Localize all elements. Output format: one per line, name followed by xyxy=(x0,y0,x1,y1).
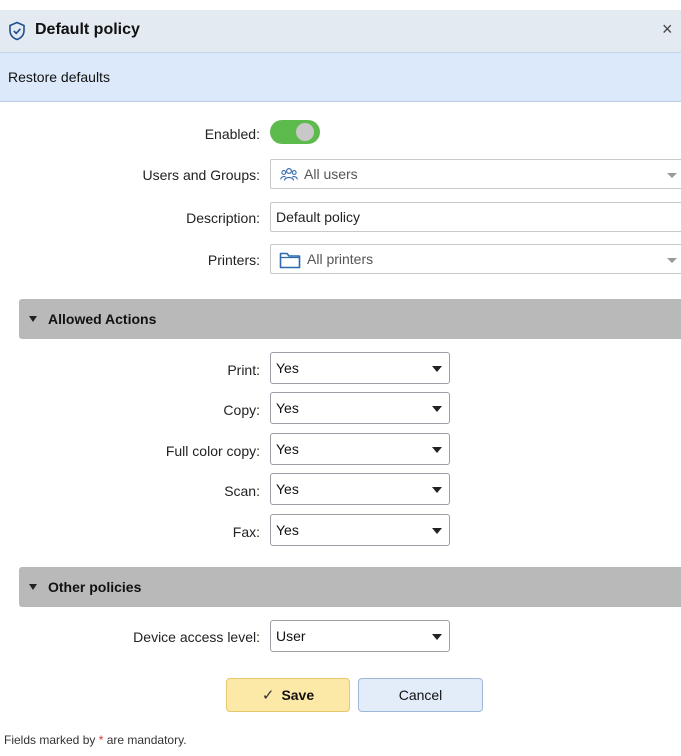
chevron-down-icon xyxy=(667,258,677,263)
fax-value: Yes xyxy=(276,522,299,538)
dialog-titlebar: Default policy × xyxy=(0,10,681,52)
description-field[interactable]: Default policy xyxy=(270,202,681,232)
save-label: Save xyxy=(281,687,315,703)
copy-value: Yes xyxy=(276,400,299,416)
fax-label: Fax: xyxy=(232,524,260,540)
users-groups-value: All users xyxy=(304,166,358,182)
fax-select[interactable]: Yes xyxy=(270,514,450,546)
full-color-copy-label: Full color copy: xyxy=(165,443,260,459)
device-access-level-select[interactable]: User xyxy=(270,620,450,652)
save-button[interactable]: ✓ Save xyxy=(226,678,350,712)
chevron-down-icon xyxy=(667,173,677,178)
description-label: Description: xyxy=(186,210,260,226)
folder-icon xyxy=(279,252,301,269)
chevron-down-icon xyxy=(432,366,442,372)
printers-value: All printers xyxy=(307,251,374,267)
scan-select[interactable]: Yes xyxy=(270,473,450,505)
users-groups-label: Users and Groups: xyxy=(142,167,261,183)
cancel-label: Cancel xyxy=(398,687,443,703)
enabled-label: Enabled: xyxy=(204,126,260,142)
other-policies-title: Other policies xyxy=(48,579,142,595)
users-groups-select[interactable]: All users xyxy=(270,159,681,189)
printers-label: Printers: xyxy=(207,252,260,268)
dialog-title: Default policy xyxy=(35,21,140,38)
close-icon[interactable]: × xyxy=(662,19,673,40)
chevron-down-icon xyxy=(432,487,442,493)
collapse-caret-icon xyxy=(29,584,37,590)
chevron-down-icon xyxy=(432,528,442,534)
restore-defaults-button[interactable]: Restore defaults xyxy=(8,69,110,85)
full-color-copy-value: Yes xyxy=(276,441,299,457)
device-access-level-value: User xyxy=(276,628,306,644)
footer-text-after: are mandatory. xyxy=(103,733,187,747)
mandatory-fields-note: Fields marked by * are mandatory. xyxy=(4,733,187,747)
users-icon xyxy=(280,167,298,181)
enabled-toggle[interactable] xyxy=(270,120,320,144)
toggle-knob xyxy=(296,123,314,141)
copy-label: Copy: xyxy=(223,402,260,418)
description-value: Default policy xyxy=(276,209,361,225)
scan-label: Scan: xyxy=(224,483,260,499)
device-access-level-label: Device access level: xyxy=(133,629,260,645)
shield-check-icon xyxy=(9,21,25,41)
dialog-toolbar: Restore defaults xyxy=(0,52,681,102)
collapse-caret-icon xyxy=(29,316,37,322)
print-value: Yes xyxy=(276,360,299,376)
printers-select[interactable]: All printers xyxy=(270,244,681,274)
allowed-actions-header[interactable]: Allowed Actions xyxy=(19,299,681,339)
copy-select[interactable]: Yes xyxy=(270,392,450,424)
other-policies-header[interactable]: Other policies xyxy=(19,567,681,607)
print-label: Print: xyxy=(227,362,260,378)
allowed-actions-title: Allowed Actions xyxy=(48,311,157,327)
chevron-down-icon xyxy=(432,447,442,453)
scan-value: Yes xyxy=(276,481,299,497)
chevron-down-icon xyxy=(432,634,442,640)
full-color-copy-select[interactable]: Yes xyxy=(270,433,450,465)
footer-text-before: Fields marked by xyxy=(4,733,99,747)
print-select[interactable]: Yes xyxy=(270,352,450,384)
checkmark-icon: ✓ xyxy=(261,687,275,704)
chevron-down-icon xyxy=(432,406,442,412)
cancel-button[interactable]: Cancel xyxy=(358,678,483,712)
